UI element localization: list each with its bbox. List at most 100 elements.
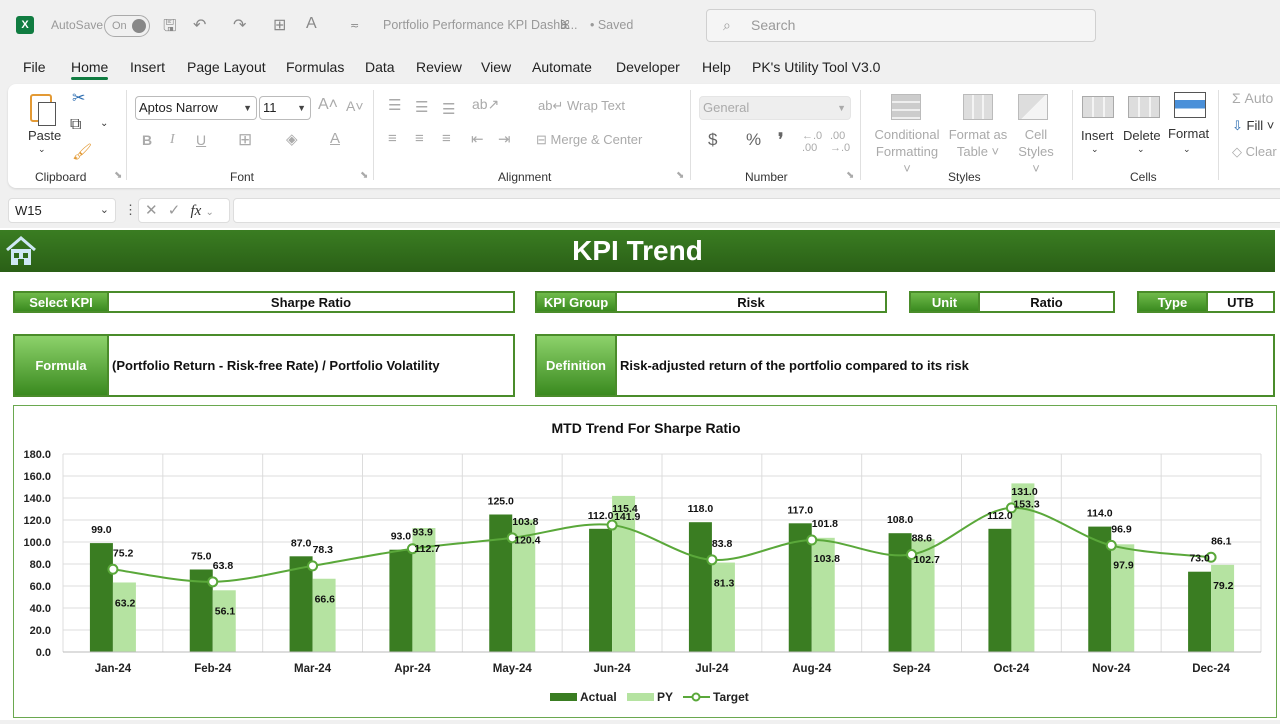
bar-py [212, 590, 236, 652]
decrease-decimal-icon[interactable]: .00 →.0 [830, 130, 850, 154]
format-as-table-icon[interactable] [963, 94, 993, 120]
conditional-formatting-icon[interactable] [891, 94, 921, 120]
decrease-font-icon[interactable]: A˅ [346, 98, 364, 114]
align-right-icon[interactable]: ≡ [442, 130, 451, 147]
search-box[interactable]: ⌕ Search [706, 9, 1096, 42]
paste-icon[interactable] [28, 90, 60, 126]
clipboard-launcher-icon[interactable]: ⬊ [114, 170, 122, 181]
saved-status[interactable]: • Saved [590, 18, 633, 32]
font-launcher-icon[interactable]: ⬊ [360, 170, 368, 181]
insert-function-button[interactable]: fx [191, 203, 202, 219]
save-icon[interactable]: 🖫 [163, 15, 177, 42]
format-cells-icon[interactable] [1174, 92, 1206, 118]
cancel-icon[interactable]: ✕ [145, 202, 158, 219]
data-label-actual: 93.0 [391, 531, 412, 543]
delete-button[interactable]: Delete [1123, 128, 1161, 143]
bold-button[interactable]: B [142, 132, 152, 148]
clear-button[interactable]: ◇ Clear [1232, 144, 1277, 160]
number-launcher-icon[interactable]: ⬊ [846, 170, 854, 181]
font-name-dropdown[interactable]: Aptos Narrow ▼ [135, 96, 257, 120]
insert-cells-icon[interactable] [1082, 96, 1114, 118]
tab-automate[interactable]: Automate [532, 59, 592, 75]
styles-group-label: Styles [948, 170, 981, 184]
tab-file[interactable]: File [23, 59, 46, 75]
enter-icon[interactable]: ✓ [168, 202, 181, 219]
target-marker [307, 560, 319, 572]
chevron-down-icon[interactable]: ⌄ [206, 207, 214, 218]
align-center-icon[interactable]: ≡ [415, 130, 424, 147]
name-box[interactable]: W15 ⌄ [8, 198, 116, 223]
chevron-down-icon[interactable]: ⌄ [1183, 144, 1191, 155]
definition-label: Definition [537, 336, 617, 395]
alignment-launcher-icon[interactable]: ⬊ [676, 170, 684, 181]
decrease-indent-icon[interactable]: ⇤ [471, 130, 484, 148]
autosave-toggle[interactable]: On [104, 15, 150, 37]
tab-view[interactable]: View [481, 59, 511, 75]
data-label-py: 79.2 [1213, 580, 1234, 592]
number-format-dropdown[interactable]: General ▼ [699, 96, 851, 120]
font-color-icon[interactable]: A [330, 130, 340, 147]
data-label-actual: 75.0 [191, 551, 212, 563]
align-left-icon[interactable]: ≡ [388, 130, 397, 147]
chevron-down-icon[interactable]: ⌄ [1091, 144, 1099, 155]
insert-button[interactable]: Insert [1081, 128, 1114, 143]
tab-insert[interactable]: Insert [130, 59, 165, 75]
customize-qat-icon[interactable]: ≂ [350, 19, 359, 32]
cell-styles-button[interactable]: Cell Styles ˅ [1013, 126, 1059, 177]
font-color-icon[interactable]: A [306, 15, 317, 33]
bottom-align-icon[interactable]: ☰ [442, 100, 455, 118]
copy-dropdown-chevron-icon[interactable]: ⌄ [100, 118, 108, 129]
tab-review[interactable]: Review [416, 59, 462, 75]
data-label-target: 88.6 [912, 533, 933, 545]
paste-dropdown-chevron-icon[interactable]: ⌄ [38, 144, 46, 155]
borders-icon[interactable]: ⊞ [273, 15, 286, 35]
increase-decimal-icon[interactable]: ←.0.00 [802, 130, 822, 154]
tab-formulas[interactable]: Formulas [286, 59, 344, 75]
format-as-table-button[interactable]: Format as Table ˅ [946, 126, 1010, 160]
undo-icon[interactable]: ↶ [193, 15, 206, 35]
cell-styles-icon[interactable] [1018, 94, 1048, 120]
cut-icon[interactable]: ✂ [72, 88, 85, 108]
mtd-trend-chart[interactable]: MTD Trend For Sharpe Ratio 99.0 63.2 75.2 7… [13, 405, 1277, 718]
data-label-target: 96.9 [1111, 523, 1132, 535]
fill-color-icon[interactable]: ◈ [286, 130, 298, 148]
format-button[interactable]: Format [1168, 126, 1209, 141]
more-options-icon[interactable]: ⋮ [124, 202, 137, 218]
data-label-actual: 114.0 [1087, 508, 1113, 520]
percent-button[interactable]: % [746, 130, 761, 150]
middle-align-icon[interactable]: ☰ [415, 98, 428, 116]
redo-icon[interactable]: ↷ [233, 15, 246, 35]
tab-pk-utility-tool[interactable]: PK's Utility Tool V3.0 [752, 59, 880, 75]
currency-button[interactable]: $ [708, 130, 717, 150]
merge-center-button[interactable]: ⊟ Merge & Center [536, 132, 642, 148]
format-painter-icon[interactable]: 🖌 [72, 142, 92, 162]
underline-button[interactable]: U [196, 132, 206, 148]
increase-indent-icon[interactable]: ⇥ [498, 130, 511, 148]
fill-button[interactable]: ⇩ Fill ˅ [1232, 118, 1274, 134]
legend-target-marker [691, 692, 701, 702]
delete-cells-icon[interactable] [1128, 96, 1160, 118]
chevron-down-icon[interactable]: ⌄ [1137, 144, 1145, 155]
tab-page-layout[interactable]: Page Layout [187, 59, 266, 75]
orientation-icon[interactable]: ab↗ [472, 96, 499, 113]
comma-button[interactable]: ❜ [778, 130, 783, 150]
wrap-text-button[interactable]: ab↵ Wrap Text [538, 98, 625, 114]
borders-icon[interactable]: ⊞ [238, 130, 252, 150]
tab-developer[interactable]: Developer [616, 59, 680, 75]
select-kpi-value[interactable]: Sharpe Ratio [109, 293, 513, 311]
select-kpi-field[interactable]: Select KPI Sharpe Ratio [13, 291, 515, 313]
conditional-formatting-button[interactable]: Conditional Formatting ˅ [872, 126, 942, 177]
font-size-dropdown[interactable]: 11 ▼ [259, 96, 311, 120]
increase-font-icon[interactable]: A˄ [318, 96, 338, 114]
tab-help[interactable]: Help [702, 59, 731, 75]
italic-button[interactable]: I [170, 132, 175, 148]
tab-data[interactable]: Data [365, 59, 395, 75]
data-label-py: 63.2 [115, 597, 136, 609]
paste-button[interactable]: Paste [28, 128, 61, 143]
share-people-icon[interactable]: ꕤ [560, 18, 570, 33]
copy-icon[interactable]: ⧉ [70, 116, 81, 134]
tab-home[interactable]: Home [71, 59, 109, 80]
top-align-icon[interactable]: ☰ [388, 96, 401, 114]
formula-input[interactable] [233, 198, 1280, 223]
autosum-button[interactable]: Σ Auto [1232, 90, 1273, 106]
